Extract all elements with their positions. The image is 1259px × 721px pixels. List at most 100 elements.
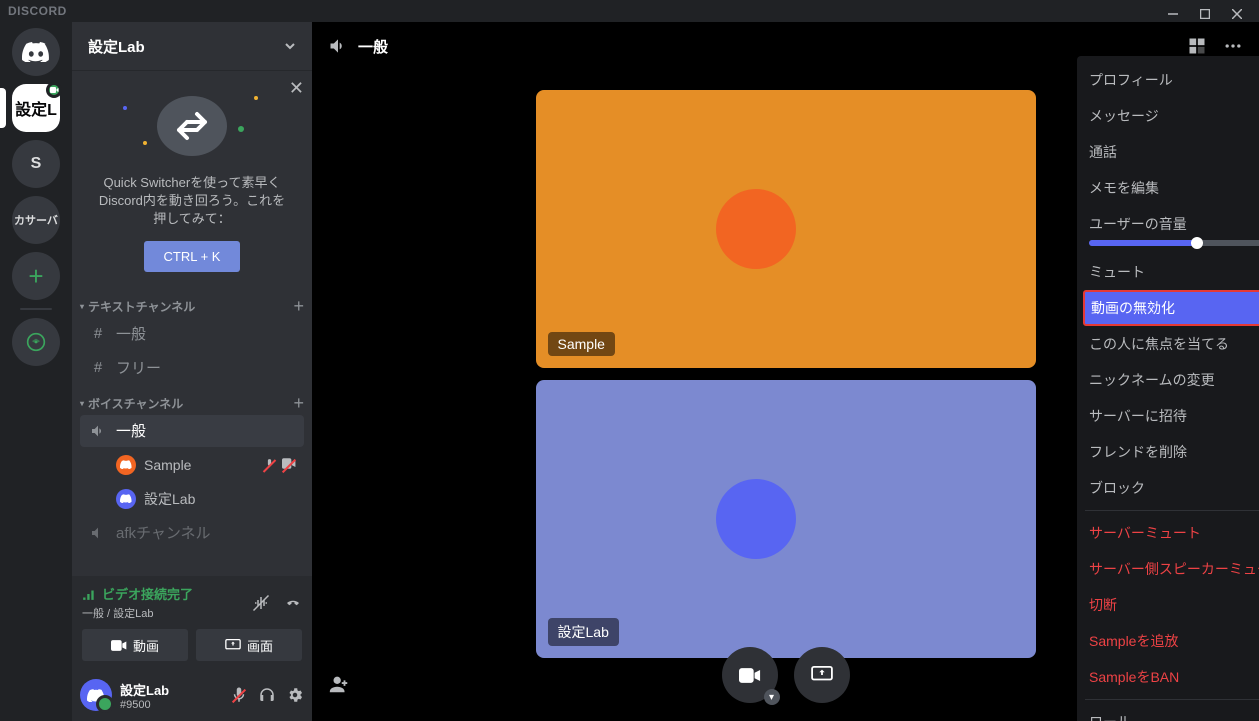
camera-icon [739, 668, 761, 683]
caret-down-icon: ▾ [80, 302, 84, 311]
main-content: 一般 Sample 設定Lab ▾ [312, 22, 1259, 721]
add-channel-icon[interactable]: + [293, 393, 304, 414]
tile-name: 設定Lab [548, 618, 619, 646]
camera-toggle-button[interactable]: ▾ [722, 647, 778, 703]
video-tile-self[interactable]: 設定Lab [536, 380, 1036, 658]
menu-kick[interactable]: Sampleを追放 [1077, 623, 1259, 659]
menu-block[interactable]: ブロック [1077, 470, 1259, 506]
more-icon[interactable] [1223, 36, 1243, 56]
menu-disconnect[interactable]: 切断 [1077, 587, 1259, 623]
compass-icon [26, 332, 46, 352]
menu-edit-note[interactable]: メモを編集 [1077, 170, 1259, 206]
menu-server-mute[interactable]: サーバーミュート [1077, 515, 1259, 551]
text-channel-general[interactable]: # 一般 [80, 318, 304, 350]
window-maximize-button[interactable] [1191, 4, 1219, 24]
avatar [716, 189, 796, 269]
menu-ban[interactable]: SampleをBAN [1077, 659, 1259, 695]
avatar [116, 455, 136, 475]
gear-icon[interactable] [286, 686, 304, 704]
guild-s[interactable]: S [12, 140, 60, 188]
screen-icon [225, 639, 241, 652]
guild-label: カサーバ [14, 212, 58, 228]
noise-suppression-icon[interactable] [252, 594, 270, 612]
menu-call[interactable]: 通話 [1077, 134, 1259, 170]
menu-profile[interactable]: プロフィール [1077, 62, 1259, 98]
category-voice[interactable]: ▾ ボイスチャンネル + [72, 385, 312, 414]
avatar [116, 489, 136, 509]
screen-icon [811, 666, 833, 684]
guild-rail: 設定L S カサーバ + [0, 22, 72, 721]
menu-user-volume[interactable]: ユーザーの音量 [1077, 206, 1259, 254]
hash-icon: # [88, 359, 108, 376]
quickswitcher-button[interactable]: CTRL + K [144, 241, 241, 272]
category-text[interactable]: ▾ テキストチャンネル + [72, 288, 312, 317]
self-username: 設定Lab [120, 680, 169, 699]
avatar[interactable] [80, 679, 112, 711]
grid-view-icon[interactable] [1187, 36, 1207, 56]
volume-slider[interactable] [1089, 240, 1259, 246]
voice-user-sample[interactable]: Sample [80, 449, 304, 481]
menu-disable-video[interactable]: 動画の無効化✓ [1083, 290, 1259, 326]
quickswitcher-tip: ✕ Quick Switcherを使って素早く Discord内を動き回ろう。こ… [72, 70, 312, 288]
screen-share-toggle-button[interactable] [794, 647, 850, 703]
menu-separator [1085, 510, 1259, 511]
menu-separator [1085, 699, 1259, 700]
titlebar: DISCORD [0, 0, 1259, 22]
speaker-icon [328, 36, 348, 56]
guild-add-server-jp[interactable]: カサーバ [12, 196, 60, 244]
avatar [716, 479, 796, 559]
user-panel: 設定Lab #9500 [72, 669, 312, 721]
camera-icon [111, 640, 127, 651]
voice-channel-general[interactable]: 一般 [80, 415, 304, 447]
hash-icon: # [88, 325, 108, 342]
guild-label: S [31, 155, 42, 173]
guild-separator [20, 308, 52, 310]
menu-roles[interactable]: ロール› [1077, 704, 1259, 721]
guild-label: 設定L [15, 96, 57, 120]
caret-down-icon: ▾ [80, 399, 84, 408]
guild-home[interactable] [12, 28, 60, 76]
discover-button[interactable] [12, 318, 60, 366]
speaker-icon [88, 423, 108, 439]
text-channel-free[interactable]: # フリー [80, 352, 304, 384]
add-server-button[interactable]: + [12, 252, 60, 300]
menu-message[interactable]: メッセージ [1077, 98, 1259, 134]
menu-server-deafen[interactable]: サーバー側スピーカーミュート [1077, 551, 1259, 587]
mic-muted-icon [263, 458, 276, 471]
menu-focus[interactable]: この人に焦点を当てる [1077, 326, 1259, 362]
quickswitcher-text: Quick Switcherを使って素早く Discord内を動き回ろう。これを… [88, 174, 296, 229]
guild-selected[interactable]: 設定L [12, 84, 60, 132]
chevron-down-icon: ▾ [764, 689, 780, 705]
headphones-icon[interactable] [258, 686, 276, 704]
window-minimize-button[interactable] [1159, 4, 1187, 24]
menu-change-nickname[interactable]: ニックネームの変更 [1077, 362, 1259, 398]
voice-status: ビデオ接続完了 [82, 584, 193, 603]
window-close-button[interactable] [1223, 4, 1251, 24]
user-context-menu: プロフィール メッセージ 通話 メモを編集 ユーザーの音量 ミュート✓ 動画の無… [1077, 56, 1259, 721]
channel-sidebar: 設定Lab ✕ Quick Switcherを使って素早く Discord内を動… [72, 22, 312, 721]
menu-remove-friend[interactable]: フレンドを削除 [1077, 434, 1259, 470]
video-badge-icon [46, 82, 62, 98]
disconnect-call-icon[interactable] [284, 594, 302, 612]
menu-invite-server[interactable]: サーバーに招待› [1077, 398, 1259, 434]
camera-off-icon [282, 458, 296, 471]
mic-icon[interactable] [230, 686, 248, 704]
chevron-down-icon [284, 40, 296, 52]
video-tile-sample[interactable]: Sample [536, 90, 1036, 368]
discord-logo-icon [22, 42, 50, 62]
signal-icon [82, 587, 96, 601]
channel-title: 一般 [358, 36, 388, 57]
menu-mute[interactable]: ミュート✓ [1077, 254, 1259, 290]
quickswitcher-art [88, 86, 296, 166]
server-header[interactable]: 設定Lab [72, 22, 312, 70]
voice-user-self[interactable]: 設定Lab [80, 483, 304, 515]
voice-path: 一般 / 設定Lab [82, 605, 193, 621]
app-wordmark: DISCORD [8, 4, 67, 18]
add-channel-icon[interactable]: + [293, 296, 304, 317]
tile-name: Sample [548, 332, 615, 356]
screen-share-button[interactable]: 画面 [196, 629, 302, 661]
voice-channel-afk[interactable]: afkチャンネル [80, 517, 304, 549]
speaker-icon [88, 525, 108, 541]
server-name: 設定Lab [88, 36, 145, 57]
video-button[interactable]: 動画 [82, 629, 188, 661]
